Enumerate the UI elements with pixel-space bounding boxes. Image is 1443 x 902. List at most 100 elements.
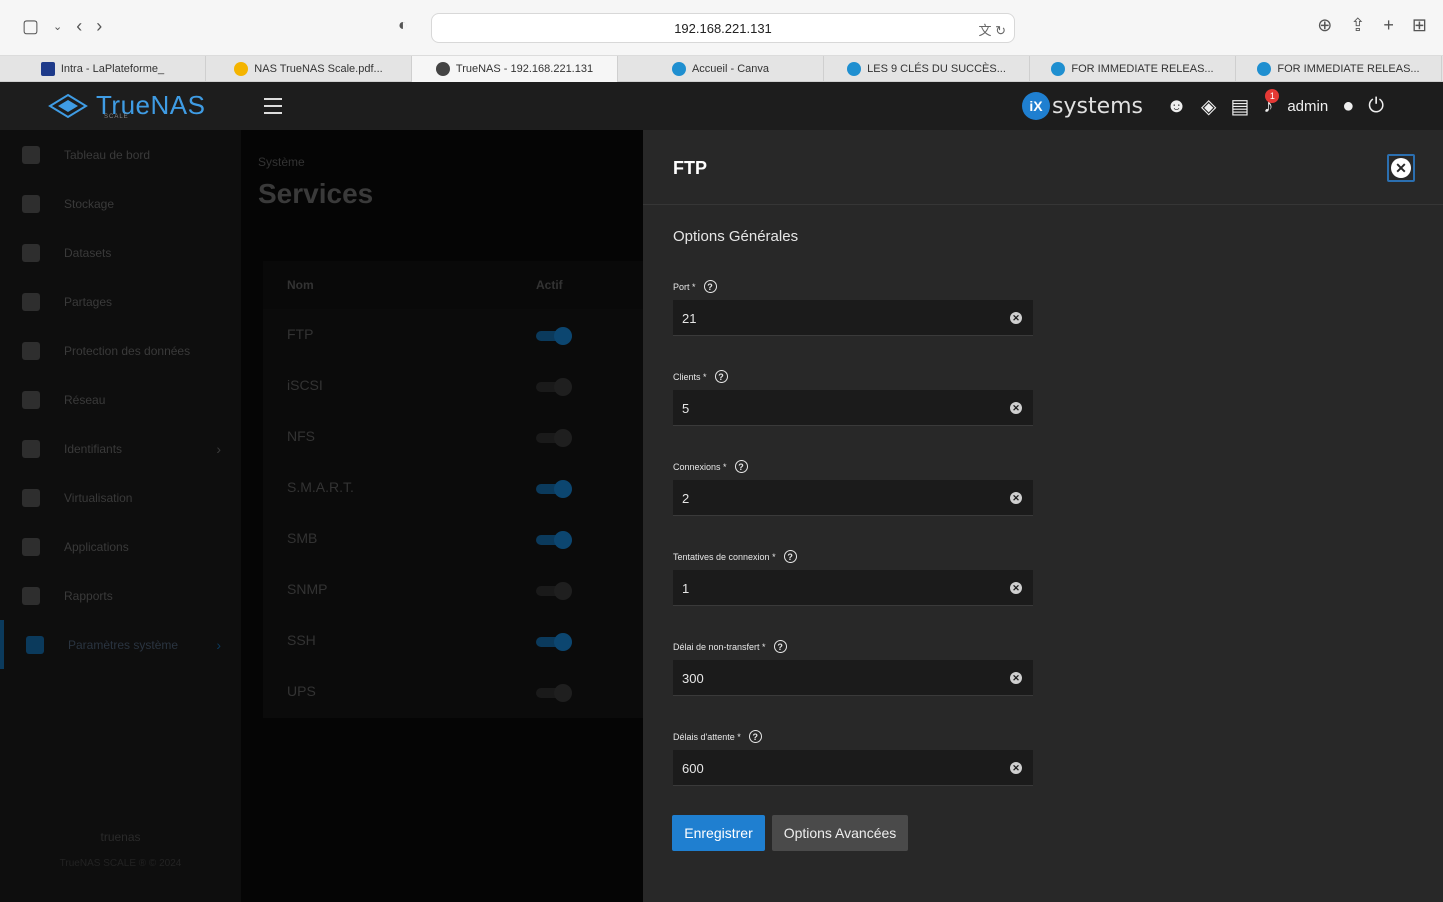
clear-icon[interactable]: ✕ <box>1010 762 1022 774</box>
forward-icon[interactable]: › <box>96 16 102 37</box>
sidebar-item[interactable]: Tableau de bord <box>0 130 241 179</box>
service-active-toggle[interactable] <box>536 684 572 702</box>
sidebar-item[interactable]: Virtualisation <box>0 473 241 522</box>
browser-tab[interactable]: Intra - LaPlateforme_ <box>0 56 206 82</box>
sidebar-item-label: Virtualisation <box>64 490 133 505</box>
browser-tab[interactable]: LES 9 CLÉS DU SUCCÈS... <box>824 56 1030 82</box>
field-value: 2 <box>682 491 690 506</box>
close-panel-button[interactable]: ✕ <box>1387 154 1415 182</box>
services-table: Nom Actif FTP iSCSI NFS S.M.A.R.T. SMB SNMP SS… <box>263 261 643 718</box>
download-icon[interactable]: ⊕ <box>1317 15 1332 36</box>
network-icon <box>22 390 40 409</box>
tab-label: LES 9 CLÉS DU SUCCÈS... <box>867 63 1006 75</box>
save-button[interactable]: Enregistrer <box>672 815 765 851</box>
browser-tab[interactable]: TrueNAS - 192.168.221.131 <box>412 56 618 82</box>
advanced-options-button[interactable]: Options Avancées <box>772 815 908 851</box>
service-name: S.M.A.R.T. <box>287 479 354 495</box>
tab-favicon-icon <box>1051 62 1066 76</box>
sidebar-item[interactable]: Réseau <box>0 375 241 424</box>
table-row[interactable]: UPS <box>263 666 643 717</box>
logo-subtitle: SCALE <box>104 114 129 120</box>
user-name[interactable]: admin <box>1287 98 1328 115</box>
sidebar-item-label: Applications <box>64 539 129 554</box>
clear-icon[interactable]: ✕ <box>1010 582 1022 594</box>
service-active-toggle[interactable] <box>536 327 572 345</box>
sidebar: truenas TrueNAS SCALE ® © 2024 Tableau d… <box>0 130 241 902</box>
clear-icon[interactable]: ✕ <box>1010 672 1022 684</box>
sidebar-item[interactable]: Protection des données <box>0 326 241 375</box>
chevron-down-icon[interactable]: ⌄ <box>53 20 62 33</box>
column-header-name[interactable]: Nom <box>287 278 314 292</box>
reload-icon[interactable]: 文 ↻ <box>978 20 1006 39</box>
sidebar-item[interactable]: Partages <box>0 277 241 326</box>
table-row[interactable]: iSCSI <box>263 360 643 411</box>
new-tab-icon[interactable]: + <box>1383 15 1394 36</box>
browser-tab[interactable]: NAS TrueNAS Scale.pdf... <box>206 56 412 82</box>
jobs-clipboard-icon[interactable]: ▤ <box>1230 94 1249 119</box>
help-icon[interactable]: ? <box>748 730 762 743</box>
tab-favicon-icon <box>435 62 450 76</box>
table-row[interactable]: SNMP <box>263 564 643 615</box>
page-title: Services <box>258 178 374 209</box>
clear-icon[interactable]: ✕ <box>1010 492 1022 504</box>
field-label-text: Clients * <box>673 371 707 382</box>
service-active-toggle[interactable] <box>536 633 572 651</box>
notifications-bell-icon[interactable]: ♪ 1 <box>1263 89 1280 118</box>
account-icon[interactable]: ● <box>1342 95 1354 118</box>
service-active-toggle[interactable] <box>536 480 572 498</box>
clear-icon[interactable]: ✕ <box>1010 402 1022 414</box>
share-icon[interactable]: ⇪ <box>1350 15 1365 36</box>
sidebar-item[interactable]: Stockage <box>0 179 241 228</box>
field-input[interactable]: 21 ✕ <box>673 300 1033 336</box>
breadcrumb[interactable]: Système <box>258 155 305 169</box>
tab-favicon-icon <box>40 62 55 76</box>
sidebar-toggle-icon[interactable]: ▢ <box>22 16 39 37</box>
browser-tab[interactable]: FOR IMMEDIATE RELEAS... <box>1030 56 1236 82</box>
field-input[interactable]: 5 ✕ <box>673 390 1033 426</box>
help-icon[interactable]: ? <box>734 460 748 473</box>
field-input[interactable]: 2 ✕ <box>673 480 1033 516</box>
address-bar[interactable]: 192.168.221.131 文 ↻ <box>431 13 1015 43</box>
table-row[interactable]: SMB <box>263 513 643 564</box>
browser-tab[interactable]: FOR IMMEDIATE RELEAS... <box>1236 56 1442 82</box>
menu-icon[interactable] <box>264 98 282 114</box>
service-active-toggle[interactable] <box>536 531 572 549</box>
field-input[interactable]: 300 ✕ <box>673 660 1033 696</box>
power-icon[interactable]: ⏻ <box>1368 95 1384 118</box>
service-active-toggle[interactable] <box>536 378 572 396</box>
table-row[interactable]: NFS <box>263 411 643 462</box>
field-label: Clients *? <box>673 370 728 383</box>
service-active-toggle[interactable] <box>536 429 572 447</box>
table-row[interactable]: FTP <box>263 309 643 360</box>
column-header-active[interactable]: Actif <box>536 278 563 292</box>
help-icon[interactable]: ? <box>714 370 728 383</box>
field-input[interactable]: 1 ✕ <box>673 570 1033 606</box>
sidebar-item-label: Stockage <box>64 196 115 211</box>
sidebar-item[interactable]: Identifiants › <box>0 424 241 473</box>
table-row[interactable]: SSH <box>263 615 643 666</box>
sidebar-item[interactable]: Paramètres système › <box>0 620 241 669</box>
table-row[interactable]: S.M.A.R.T. <box>263 462 643 513</box>
ixsystems-logo[interactable]: iX systems <box>1022 92 1143 120</box>
privacy-shield-icon[interactable]: ◐ <box>398 17 408 35</box>
help-icon[interactable]: ? <box>703 280 717 293</box>
back-icon[interactable]: ‹ <box>76 16 82 37</box>
ftp-settings-panel: FTP ✕ Options Générales Enregistrer Opti… <box>643 130 1443 902</box>
truecommand-icon[interactable]: ◈ <box>1201 94 1216 119</box>
browser-tab[interactable]: Accueil - Canva <box>618 56 824 82</box>
field-input[interactable]: 600 ✕ <box>673 750 1033 786</box>
service-name: SSH <box>287 632 316 648</box>
clear-icon[interactable]: ✕ <box>1010 312 1022 324</box>
tab-label: Accueil - Canva <box>691 63 770 75</box>
sidebar-item[interactable]: Applications <box>0 522 241 571</box>
tab-overview-icon[interactable]: ⊞ <box>1412 15 1427 36</box>
gear-icon <box>26 635 44 654</box>
feedback-icon[interactable]: ☻ <box>1166 95 1187 118</box>
service-active-toggle[interactable] <box>536 582 572 600</box>
sidebar-item[interactable]: Rapports <box>0 571 241 620</box>
field-value: 21 <box>682 311 697 326</box>
help-icon[interactable]: ? <box>783 550 797 563</box>
sidebar-item[interactable]: Datasets <box>0 228 241 277</box>
toggle-knob <box>554 633 572 651</box>
help-icon[interactable]: ? <box>773 640 787 653</box>
